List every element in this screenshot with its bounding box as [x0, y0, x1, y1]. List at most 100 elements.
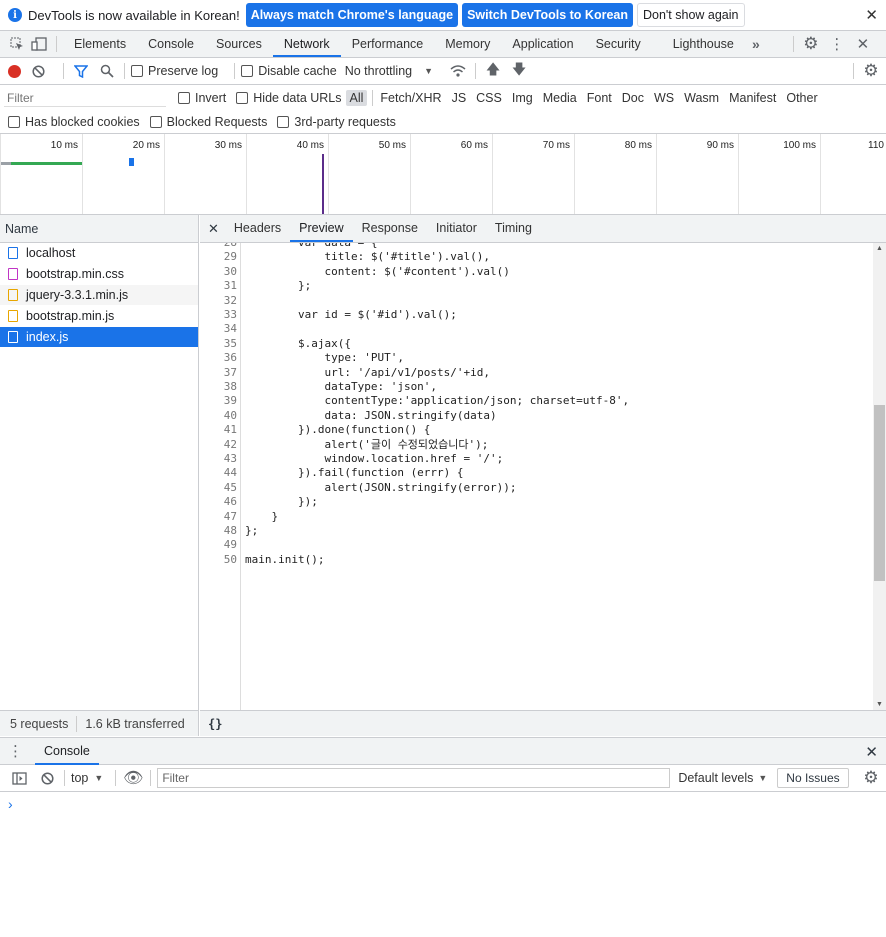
tab-lighthouse[interactable]: Lighthouse: [662, 31, 745, 57]
filter-type-ws[interactable]: WS: [650, 90, 678, 106]
vertical-scrollbar[interactable]: ▲ ▼: [873, 243, 886, 710]
tab-console[interactable]: Console: [137, 31, 205, 57]
filter-type-media[interactable]: Media: [539, 90, 581, 106]
name-column-header[interactable]: Name: [0, 215, 198, 243]
tab-sources[interactable]: Sources: [205, 31, 273, 57]
settings-gear-icon[interactable]: ⚙: [800, 33, 822, 55]
code-text: alert('글이 수정되었습니다');: [245, 437, 489, 451]
close-infobar-icon[interactable]: ✕: [865, 6, 878, 24]
divider: [76, 715, 78, 732]
divider: [115, 770, 117, 786]
network-conditions-icon[interactable]: [447, 60, 469, 82]
dont-show-again-button[interactable]: Don't show again: [636, 3, 745, 27]
tab-preview[interactable]: Preview: [290, 215, 353, 242]
request-row-localhost[interactable]: localhost: [0, 243, 198, 264]
drawer-menu-icon[interactable]: ⋮: [8, 742, 23, 760]
disable-cache-checkbox[interactable]: [241, 65, 254, 77]
search-icon[interactable]: [96, 60, 118, 82]
line-number: 44: [223, 466, 237, 480]
tab-security[interactable]: Security: [585, 31, 652, 57]
live-expression-eye-icon[interactable]: 👁: [122, 767, 144, 789]
issues-button[interactable]: No Issues: [777, 768, 849, 788]
code-text: var data = {: [245, 243, 377, 250]
filter-icon[interactable]: [70, 60, 92, 82]
timeline-tick: 20 ms: [82, 134, 164, 214]
scroll-up-icon[interactable]: ▲: [876, 245, 883, 252]
tab-headers[interactable]: Headers: [225, 215, 290, 242]
network-timeline-overview[interactable]: 10 ms 20 ms 30 ms 40 ms 50 ms 60 ms 70 m…: [0, 134, 886, 215]
blocked-requests-checkbox[interactable]: [149, 116, 162, 128]
clear-icon[interactable]: [31, 60, 45, 82]
switch-to-korean-button[interactable]: Switch DevTools to Korean: [462, 3, 633, 27]
export-har-icon[interactable]: 🡇: [508, 60, 530, 82]
filter-type-fetch-xhr[interactable]: Fetch/XHR: [376, 90, 445, 106]
device-toolbar-icon[interactable]: [28, 33, 50, 55]
console-filter-input[interactable]: Filter: [157, 768, 671, 788]
request-row-bootstrap-css[interactable]: bootstrap.min.css: [0, 264, 198, 285]
preserve-log-label: Preserve log: [148, 64, 219, 78]
tab-elements[interactable]: Elements: [63, 31, 137, 57]
chevron-down-icon[interactable]: ▼: [758, 773, 767, 783]
always-match-language-button[interactable]: Always match Chrome's language: [245, 3, 459, 27]
code-line: 34: [200, 322, 237, 336]
hide-data-urls-checkbox[interactable]: [236, 92, 249, 104]
tab-network[interactable]: Network: [272, 31, 341, 57]
throttling-select[interactable]: No throttling: [345, 64, 412, 78]
filter-type-doc[interactable]: Doc: [618, 90, 648, 106]
console-drawer: ⋮ Console ✕ top ▼ 👁 Filter Default level…: [0, 737, 886, 937]
tab-application[interactable]: Application: [501, 31, 584, 57]
preserve-log-checkbox[interactable]: [131, 65, 143, 77]
pretty-print-button[interactable]: {}: [208, 717, 222, 731]
divider: [475, 63, 477, 79]
code-line: 30 content: $('#content').val(): [200, 265, 510, 279]
filter-type-manifest[interactable]: Manifest: [725, 90, 780, 106]
request-row-jquery[interactable]: jquery-3.3.1.min.js: [0, 285, 198, 306]
scrollbar-thumb[interactable]: [874, 405, 885, 581]
context-select[interactable]: top: [71, 771, 88, 785]
close-devtools-icon[interactable]: ✕: [852, 33, 874, 55]
filter-type-other[interactable]: Other: [782, 90, 821, 106]
has-blocked-cookies-checkbox[interactable]: [8, 116, 20, 128]
code-text: dataType: 'json',: [245, 380, 438, 393]
inspect-element-icon[interactable]: [6, 33, 28, 55]
console-settings-gear-icon[interactable]: ⚙: [860, 767, 882, 789]
more-tabs-icon[interactable]: »: [745, 33, 767, 55]
third-party-requests-checkbox[interactable]: [277, 116, 290, 128]
console-prompt[interactable]: ›: [0, 792, 886, 816]
blocked-filter-bar: Has blocked cookies Blocked Requests 3rd…: [0, 111, 886, 134]
request-row-bootstrap-js[interactable]: bootstrap.min.js: [0, 306, 198, 327]
tab-performance[interactable]: Performance: [341, 31, 435, 57]
filter-type-js[interactable]: JS: [448, 90, 471, 106]
code-line: 32: [200, 294, 237, 308]
tab-response[interactable]: Response: [353, 215, 427, 242]
drawer-tab-console[interactable]: Console: [35, 738, 99, 765]
network-settings-gear-icon[interactable]: ⚙: [860, 60, 882, 82]
chevron-down-icon[interactable]: ▼: [424, 66, 433, 76]
code-line: 35 $.ajax({: [200, 337, 351, 351]
chevron-down-icon[interactable]: ▼: [94, 773, 103, 783]
tab-timing[interactable]: Timing: [486, 215, 541, 242]
tab-initiator[interactable]: Initiator: [427, 215, 486, 242]
language-infobar: i DevTools is now available in Korean! A…: [0, 0, 886, 31]
divider: [64, 770, 65, 786]
line-number: 38: [223, 380, 237, 393]
close-details-icon[interactable]: ✕: [208, 221, 219, 237]
filter-input[interactable]: [4, 89, 166, 107]
more-options-icon[interactable]: ⋮: [826, 33, 848, 55]
filter-type-img[interactable]: Img: [508, 90, 537, 106]
scroll-down-icon[interactable]: ▼: [876, 701, 883, 708]
tab-memory[interactable]: Memory: [434, 31, 501, 57]
code-preview[interactable]: 28 var data = {29 title: $('#title').val…: [200, 243, 873, 710]
filter-type-all[interactable]: All: [345, 90, 368, 106]
close-drawer-icon[interactable]: ✕: [865, 743, 878, 761]
log-levels-select[interactable]: Default levels: [678, 771, 753, 785]
invert-checkbox[interactable]: [178, 92, 190, 104]
filter-type-css[interactable]: CSS: [472, 90, 506, 106]
import-har-icon[interactable]: 🡅: [482, 60, 504, 82]
clear-console-icon[interactable]: [36, 767, 58, 789]
request-row-index-js[interactable]: index.js: [0, 327, 198, 348]
filter-type-wasm[interactable]: Wasm: [680, 90, 723, 106]
show-sidebar-icon[interactable]: [8, 767, 30, 789]
record-icon[interactable]: [8, 64, 21, 78]
filter-type-font[interactable]: Font: [583, 90, 616, 106]
